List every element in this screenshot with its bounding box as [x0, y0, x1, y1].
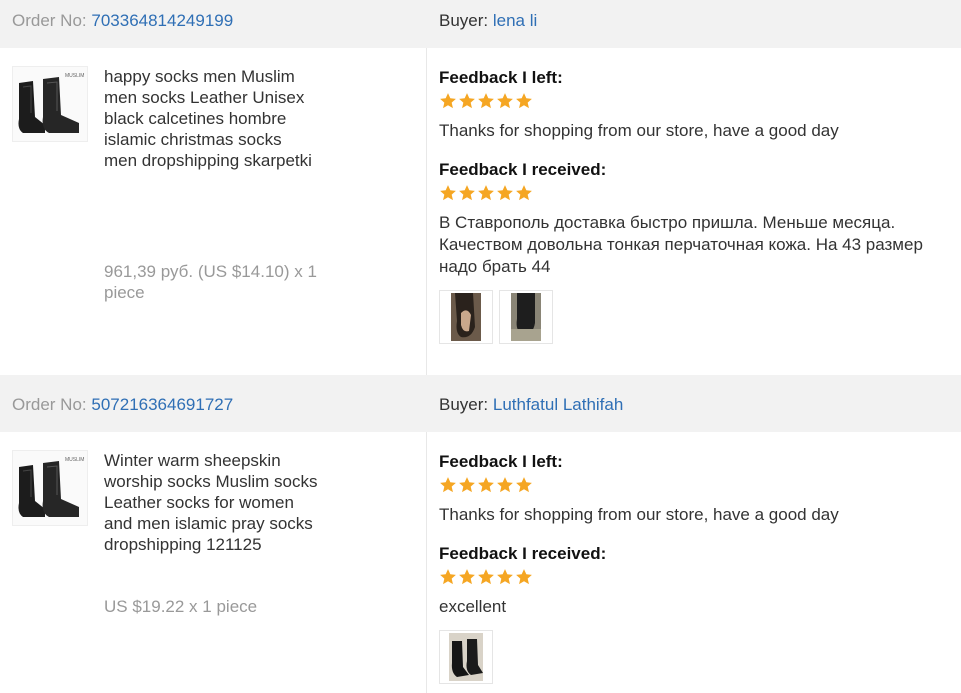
feedback-received-title: Feedback I received: [439, 160, 607, 179]
svg-text:MUSLIM: MUSLIM [65, 457, 84, 463]
product-price: US $19.22 x 1 piece [104, 597, 258, 616]
order-header: Order No: 703364814249199 Buyer: lena li [0, 0, 961, 48]
order-number: Order No: 507216364691727 [12, 375, 233, 435]
star-icon [497, 93, 513, 109]
feedback-left-text: Thanks for shopping from our store, have… [439, 121, 839, 140]
feedback-photos [439, 290, 949, 344]
star-icon [497, 569, 513, 585]
order-no-label: Order No: [12, 11, 87, 30]
star-icon [478, 185, 494, 201]
order-body: MUSLIM Winter warm sheepskin worship soc… [0, 432, 961, 693]
buyer-link[interactable]: Luthfatul Lathifah [493, 395, 623, 414]
buyer-label: Buyer: [439, 395, 489, 414]
star-icon [459, 477, 475, 493]
star-icon [478, 93, 494, 109]
feedback-received-text: В Ставрополь доставка быстро пришла. Мен… [439, 213, 923, 276]
star-icon [516, 93, 532, 109]
order-body: MUSLIM happy socks men Muslim men socks … [0, 48, 961, 375]
star-icon [478, 477, 494, 493]
order-no-link[interactable]: 507216364691727 [91, 395, 233, 414]
star-icon [497, 477, 513, 493]
star-icon [516, 477, 532, 493]
svg-text:MUSLIM: MUSLIM [65, 73, 84, 79]
star-icon [478, 569, 494, 585]
product-thumbnail[interactable]: MUSLIM [12, 66, 88, 142]
order-card: Order No: 703364814249199 Buyer: lena li… [0, 0, 961, 375]
feedback-section: Feedback I left: Thanks for shopping fro… [439, 452, 949, 684]
product-name[interactable]: happy socks men Muslim men socks Leather… [104, 66, 319, 171]
order-no-link[interactable]: 703364814249199 [91, 11, 233, 30]
star-icon [440, 185, 456, 201]
star-icon [440, 477, 456, 493]
product-thumbnail[interactable]: MUSLIM [12, 450, 88, 526]
buyer: Buyer: Luthfatul Lathifah [439, 375, 623, 435]
column-divider [426, 432, 427, 693]
feedback-received-title: Feedback I received: [439, 544, 607, 563]
column-divider [426, 48, 427, 375]
feedback-received-stars [439, 568, 949, 590]
feedback-left-text: Thanks for shopping from our store, have… [439, 505, 839, 524]
feedback-photo[interactable] [499, 290, 553, 344]
feedback-section: Feedback I left: Thanks for shopping fro… [439, 68, 949, 344]
buyer-link[interactable]: lena li [493, 11, 537, 30]
order-header: Order No: 507216364691727 Buyer: Luthfat… [0, 375, 961, 432]
feedback-left-stars [439, 92, 949, 114]
star-icon [440, 569, 456, 585]
feedback-received-stars [439, 184, 949, 206]
product-name[interactable]: Winter warm sheepskin worship socks Musl… [104, 450, 319, 555]
star-icon [497, 185, 513, 201]
feedback-photo[interactable] [439, 290, 493, 344]
order-number: Order No: 703364814249199 [12, 0, 233, 42]
feedback-left-title: Feedback I left: [439, 452, 563, 471]
star-icon [459, 569, 475, 585]
product-price: 961,39 руб. (US $14.10) x 1 piece [104, 262, 317, 302]
star-icon [440, 93, 456, 109]
buyer-label: Buyer: [439, 11, 489, 30]
feedback-left-stars [439, 476, 949, 498]
star-icon [516, 185, 532, 201]
order-no-label: Order No: [12, 395, 87, 414]
feedback-photos [439, 630, 949, 684]
feedback-photo[interactable] [439, 630, 493, 684]
buyer: Buyer: lena li [439, 0, 537, 42]
feedback-received-text: excellent [439, 597, 507, 616]
star-icon [459, 185, 475, 201]
star-icon [459, 93, 475, 109]
order-card: Order No: 507216364691727 Buyer: Luthfat… [0, 375, 961, 693]
feedback-left-title: Feedback I left: [439, 68, 563, 87]
star-icon [516, 569, 532, 585]
